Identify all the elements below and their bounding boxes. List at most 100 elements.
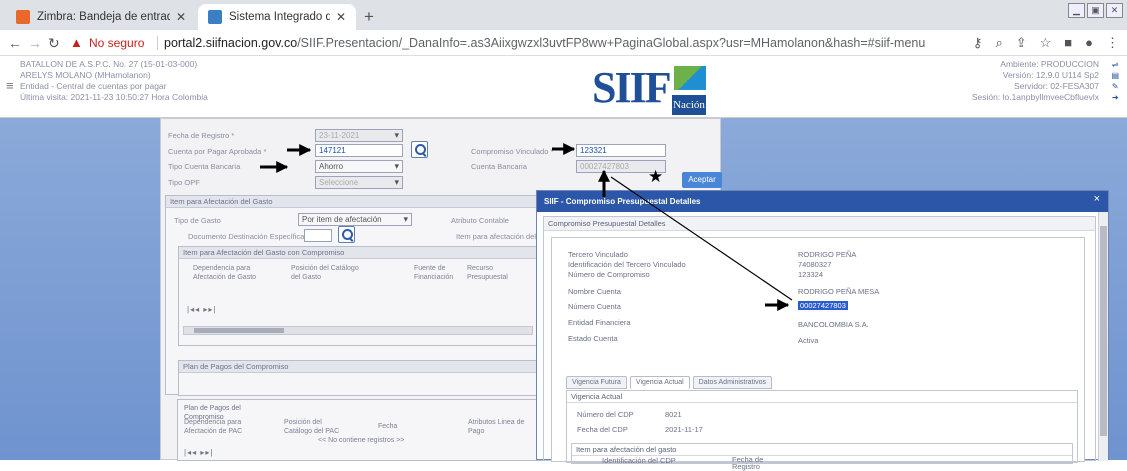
security-label[interactable]: No seguro xyxy=(89,36,144,50)
tipo-cuenta-select[interactable]: Ahorro xyxy=(315,160,403,173)
cdp-fecha-label: Fecha del CDP xyxy=(577,425,628,434)
header-line: BATALLON DE A.S.P.C. No. 27 (15-01-03-00… xyxy=(20,59,198,69)
compromiso-input[interactable]: 123321 xyxy=(576,144,666,157)
logout-icon[interactable]: ➜ xyxy=(1111,92,1119,103)
tipo-gasto-select[interactable]: Por item de afectación xyxy=(298,213,412,226)
siif-logo: SIIF Nación xyxy=(592,62,712,116)
url-path: /SIIF.Presentacion/_DanaInfo=.as3Aiixgwz… xyxy=(297,36,926,50)
browser-tab-zimbra[interactable]: Zimbra: Bandeja de entrada (45) ✕ xyxy=(6,4,196,30)
field-label: Tercero Vinculado xyxy=(568,250,628,259)
new-tab-button[interactable]: + xyxy=(364,7,374,27)
hamburger-menu-icon[interactable]: ≡ xyxy=(6,78,14,93)
zoom-icon[interactable]: ⌕ xyxy=(995,35,1002,51)
detalles-section: Compromiso Presupuestal Detalles Tercero… xyxy=(543,216,1096,470)
close-window-icon[interactable]: ✕ xyxy=(1106,3,1123,18)
logo-text: SIIF xyxy=(592,63,672,112)
close-tab-icon[interactable]: ✕ xyxy=(176,10,186,24)
field-value: 123324 xyxy=(798,270,824,279)
col-header: Recurso Presupuestal xyxy=(467,265,508,281)
scroll-thumb[interactable] xyxy=(194,328,284,333)
tipo-opf-select[interactable]: Seleccione xyxy=(315,176,403,189)
print-icon[interactable]: ▤ xyxy=(1111,70,1119,81)
plan-pagos-section: Plan de Pagos del Compromiso xyxy=(178,360,538,396)
section-title: Compromiso Presupuestal Detalles xyxy=(544,217,1095,231)
star-bookmark-icon[interactable]: ☆ xyxy=(1040,35,1052,51)
doc-destinacion-input[interactable] xyxy=(304,229,332,242)
col-header: Dependencia para Afectación de PAC xyxy=(184,419,243,435)
item-afect-gasto-label: Item para afectación del ga xyxy=(456,232,547,241)
tool-icon[interactable]: ✎ xyxy=(1111,81,1119,92)
tab-datos-administrativos[interactable]: Datos Administrativos xyxy=(692,376,772,389)
search-doc-button[interactable] xyxy=(338,226,355,243)
back-icon[interactable]: ← xyxy=(8,35,22,51)
field-label: Nombre Cuenta xyxy=(568,287,621,296)
minimize-icon[interactable]: ▁ xyxy=(1068,3,1085,18)
tab-vigencia-futura[interactable]: Vigencia Futura xyxy=(566,376,627,389)
col-header: Fuente de Financiación xyxy=(414,265,454,281)
logo-mark xyxy=(674,66,706,90)
window-icon[interactable]: ■ xyxy=(1064,35,1072,51)
tab-title: Sistema Integrado de Informació xyxy=(229,11,330,23)
aceptar-button[interactable]: Aceptar xyxy=(682,172,722,188)
horizontal-scrollbar[interactable] xyxy=(183,326,533,335)
field-value: RODRIGO PEÑA xyxy=(798,250,857,259)
numero-cuenta-value[interactable]: 00027427803 xyxy=(798,301,848,310)
field-label: Entidad Financiera xyxy=(568,318,631,327)
maximize-icon[interactable]: ▣ xyxy=(1087,3,1104,18)
tipo-opf-label: Tipo OPF xyxy=(168,178,200,187)
browser-tab-siif[interactable]: Sistema Integrado de Informació ✕ xyxy=(198,4,356,30)
url-field[interactable]: portal2.siifnacion.gov.co/SIIF.Presentac… xyxy=(164,36,925,50)
pager[interactable]: |◂◂ ▸▸| xyxy=(187,305,216,314)
cdp-fecha-value: 2021-11-17 xyxy=(665,425,703,434)
field-label: Identificación del Tercero Vinculado xyxy=(568,260,686,269)
col-header: Dependencia para Afectación de Gasto xyxy=(193,265,257,281)
fecha-registro-field[interactable]: 23-11-2021 xyxy=(315,129,403,142)
url-host: portal2.siifnacion.gov.co xyxy=(164,36,298,50)
close-icon[interactable]: × xyxy=(1094,193,1100,205)
modal-tabs: Vigencia Futura Vigencia Actual Datos Ad… xyxy=(566,376,772,389)
field-label: Número de Compromiso xyxy=(568,270,650,279)
warning-icon[interactable]: ▲ xyxy=(70,35,83,50)
field-label: Estado Cuenta xyxy=(568,334,618,343)
address-bar: ← → ↻ ▲ No seguro portal2.siifnacion.gov… xyxy=(0,30,1127,56)
col-header: Atributos Linea de Pago xyxy=(468,419,525,435)
forward-icon[interactable]: → xyxy=(28,35,42,51)
zimbra-icon xyxy=(16,10,30,24)
atributo-label: Atributo Contable xyxy=(451,216,509,225)
doc-destinacion-label: Documento Destinación Específica xyxy=(188,232,305,241)
item-afectacion-box: Item para afectación del gasto Identific… xyxy=(571,443,1073,470)
env-line: Versión: 12.9.0 U114 Sp2 xyxy=(1002,70,1099,80)
col-header: Fecha xyxy=(378,423,398,430)
menu-icon[interactable]: ⋮ xyxy=(1106,35,1119,51)
col-header: Posición del Catálogo del PAC xyxy=(284,419,340,435)
cuenta-input[interactable]: 147121 xyxy=(315,144,403,157)
panel-title: Item para afectación del gasto xyxy=(572,444,1072,456)
table-title: Plan de Pagos del Compromiso xyxy=(179,361,537,373)
cdp-num-value: 8021 xyxy=(665,410,682,419)
tipo-cuenta-label: Tipo Cuenta Bancaria xyxy=(168,162,241,171)
modal-scrollbar[interactable] xyxy=(1098,212,1108,461)
detalles-content: Tercero Vinculado RODRIGO PEÑA Identific… xyxy=(551,237,1085,470)
ident-cdp-label: Identificación del CDP xyxy=(602,456,676,465)
pager[interactable]: |◂◂ ▸▸| xyxy=(184,448,213,457)
key-icon[interactable]: ⚷ xyxy=(973,35,983,51)
close-tab-icon[interactable]: ✕ xyxy=(336,10,346,24)
logo-sub: Nación xyxy=(672,95,706,115)
env-line: Sesión: lo.1anpbyllmveeCbfluevlx xyxy=(971,92,1099,102)
separator xyxy=(157,36,158,50)
scroll-thumb[interactable] xyxy=(1100,226,1107,436)
cdp-num-label: Número del CDP xyxy=(577,410,634,419)
tab-vigencia-actual[interactable]: Vigencia Actual xyxy=(629,376,690,389)
field-value: BANCOLOMBIA S.A. xyxy=(798,320,869,329)
profile-icon[interactable]: ● xyxy=(1085,35,1093,51)
share-icon[interactable]: ⇪ xyxy=(1016,35,1027,51)
table-title: Item para Afectación del Gasto con Compr… xyxy=(179,247,537,259)
reload-icon[interactable]: ↻ xyxy=(48,35,60,52)
panel-title: Vigencia Actual xyxy=(567,391,1077,403)
star-annotation: ★ xyxy=(648,167,664,186)
browser-tab-strip: Zimbra: Bandeja de entrada (45) ✕ Sistem… xyxy=(0,0,1127,30)
cuenta-label: Cuenta por Pagar Aprobada * xyxy=(168,147,267,156)
connection-icon[interactable]: ⇌ xyxy=(1111,59,1119,70)
search-cuenta-button[interactable] xyxy=(411,141,428,158)
field-value: Activa xyxy=(798,336,819,345)
